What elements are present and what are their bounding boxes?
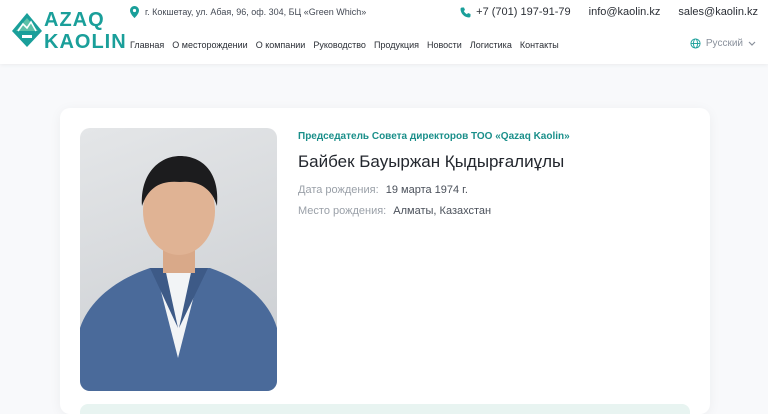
mountain-logo-icon xyxy=(12,13,42,47)
language-label: Русский xyxy=(705,38,743,49)
birth-date-row: Дата рождения: 19 марта 1974 г. xyxy=(298,184,468,196)
nav-item-news[interactable]: Новости xyxy=(427,40,462,50)
birth-date-value: 19 марта 1974 г. xyxy=(385,184,468,196)
address: г. Кокшетау, ул. Абая, 96, оф. 304, БЦ «… xyxy=(130,6,366,18)
location-pin-icon xyxy=(130,6,139,18)
contacts: +7 (701) 197-91-79 info@kaolin.kz sales@… xyxy=(460,6,758,18)
email-sales-link[interactable]: sales@kaolin.kz xyxy=(678,6,758,18)
nav-item-deposit[interactable]: О месторождении xyxy=(172,40,247,50)
profile-card: Председатель Совета директоров ТОО «Qaza… xyxy=(60,108,710,414)
email-info-link[interactable]: info@kaolin.kz xyxy=(589,6,661,18)
birth-place-row: Место рождения: Алматы, Казахстан xyxy=(298,205,491,217)
next-section-edge xyxy=(80,404,690,414)
person-role: Председатель Совета директоров ТОО «Qaza… xyxy=(298,131,570,142)
birth-place-label: Место рождения: xyxy=(298,205,387,217)
person-name: Байбек Бауыржан Қыдырғалиұлы xyxy=(298,152,565,171)
nav-item-management[interactable]: Руководство xyxy=(313,40,366,50)
portrait-image xyxy=(80,156,277,391)
birth-date-label: Дата рождения: xyxy=(298,184,379,196)
birth-place-value: Алматы, Казахстан xyxy=(393,205,492,217)
phone-text: +7 (701) 197-91-79 xyxy=(476,6,571,18)
logo-text-top: AZAQ xyxy=(44,9,105,31)
address-text: г. Кокшетау, ул. Абая, 96, оф. 304, БЦ «… xyxy=(145,7,367,17)
nav-item-logistics[interactable]: Логистика xyxy=(470,40,512,50)
phone-link[interactable]: +7 (701) 197-91-79 xyxy=(460,6,571,18)
logo-text-bottom: KAOLIN xyxy=(44,31,127,53)
main-nav: Главная О месторождении О компании Руков… xyxy=(130,40,559,50)
chevron-down-icon xyxy=(748,41,756,46)
nav-item-home[interactable]: Главная xyxy=(130,40,164,50)
nav-item-products[interactable]: Продукция xyxy=(374,40,419,50)
nav-item-about[interactable]: О компании xyxy=(256,40,306,50)
company-logo[interactable]: AZAQ KAOLIN xyxy=(10,9,126,53)
language-selector[interactable]: Русский xyxy=(690,38,756,49)
globe-icon xyxy=(690,38,701,49)
nav-item-contacts[interactable]: Контакты xyxy=(520,40,559,50)
site-header: AZAQ KAOLIN г. Кокшетау, ул. Абая, 96, о… xyxy=(0,0,768,64)
profile-photo xyxy=(80,128,277,391)
phone-icon xyxy=(460,7,471,17)
